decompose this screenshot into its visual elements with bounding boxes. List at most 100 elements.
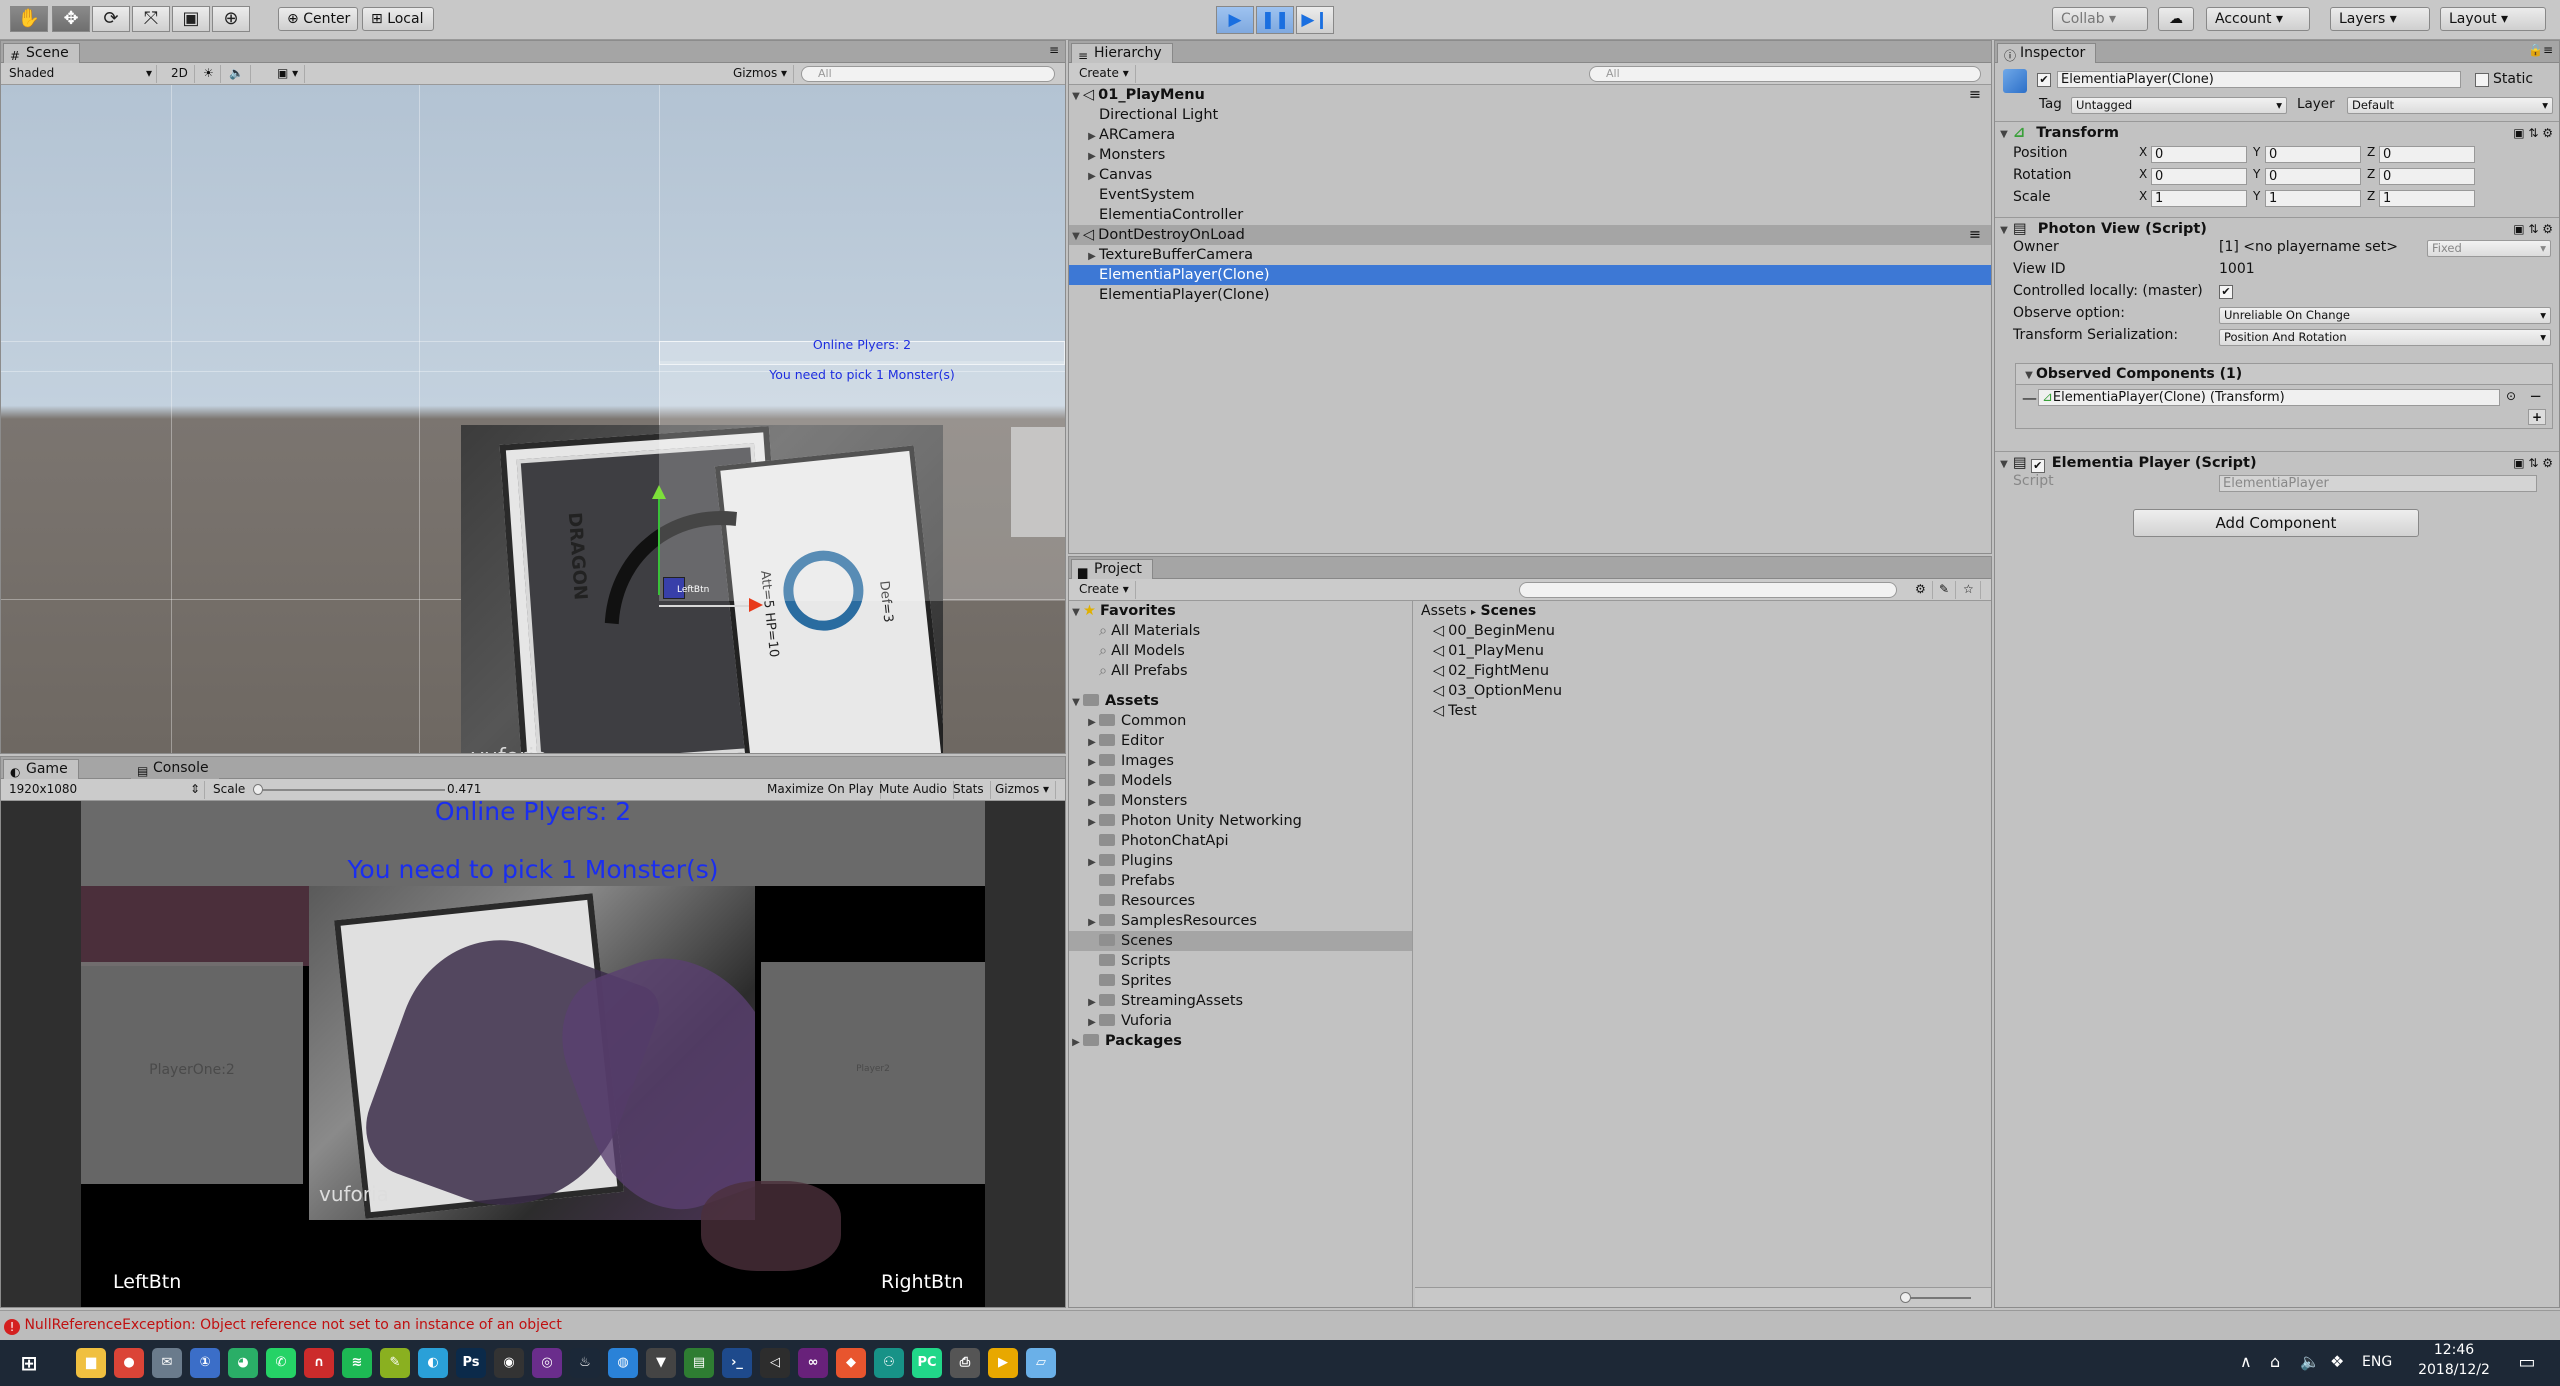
- pen-icon[interactable]: ✎: [380, 1348, 410, 1378]
- gameobject-active-checkbox[interactable]: ✔: [2037, 73, 2051, 87]
- expand-arrow-icon[interactable]: ▶: [1085, 1013, 1099, 1033]
- transform-pos-x-field[interactable]: 0: [2151, 146, 2247, 163]
- audio-icon[interactable]: 🔈: [223, 65, 251, 83]
- left-button[interactable]: LeftBtn: [113, 1271, 181, 1293]
- explorer-icon[interactable]: ▆: [76, 1348, 106, 1378]
- hierarchy-search-input[interactable]: All: [1589, 66, 1981, 82]
- expand-arrow-icon[interactable]: ▶: [1085, 753, 1099, 773]
- lighting-icon[interactable]: ☀: [197, 65, 221, 83]
- step-button[interactable]: ▶❙: [1296, 6, 1334, 34]
- notification-center-icon[interactable]: ▭: [2512, 1348, 2542, 1378]
- steam-icon[interactable]: ♨: [570, 1348, 600, 1378]
- axis-x-label[interactable]: X: [2139, 189, 2147, 203]
- expand-arrow-icon[interactable]: ▶: [1085, 733, 1099, 753]
- static-checkbox[interactable]: [2475, 73, 2489, 87]
- scale-slider[interactable]: Scale 0.471: [207, 781, 537, 799]
- controlled-locally-checkbox[interactable]: ✔: [2219, 285, 2233, 299]
- gizmos-dropdown[interactable]: Gizmos ▾: [727, 65, 795, 83]
- spotify-icon[interactable]: ≋: [342, 1348, 372, 1378]
- project-create-dropdown[interactable]: Create ▾: [1073, 581, 1136, 599]
- component-settings-icon[interactable]: ▣ ⇅ ⚙: [2513, 122, 2553, 144]
- axis-y-label[interactable]: Y: [2253, 167, 2260, 181]
- assets-row[interactable]: ▼ Assets: [1069, 691, 1412, 711]
- folder-item[interactable]: ▶ StreamingAssets: [1069, 991, 1412, 1011]
- clock-date[interactable]: 2018/12/2: [2404, 1362, 2504, 1378]
- folder-item[interactable]: ▶ SamplesResources: [1069, 911, 1412, 931]
- favorite-star-icon[interactable]: ☆: [1957, 581, 1981, 599]
- add-item-icon[interactable]: +: [2527, 409, 2546, 425]
- tray-volume-icon[interactable]: 🔈: [2300, 1352, 2320, 1371]
- layer-dropdown[interactable]: Default: [2347, 97, 2553, 114]
- hierarchy-item[interactable]: EventSystem: [1069, 185, 1991, 205]
- favorite-item[interactable]: ⌕ All Materials: [1069, 621, 1412, 641]
- scene-file[interactable]: ◁ 00_BeginMenu: [1415, 621, 1991, 641]
- folder-item[interactable]: ▶ Photon Unity Networking: [1069, 811, 1412, 831]
- expand-arrow-icon[interactable]: ▶: [1085, 853, 1099, 873]
- expand-arrow-icon[interactable]: ▶: [1085, 147, 1099, 167]
- folder-item[interactable]: ▶ Common: [1069, 711, 1412, 731]
- git-icon[interactable]: ◆: [836, 1348, 866, 1378]
- axis-z-label[interactable]: Z: [2367, 167, 2375, 181]
- game-gizmos-dropdown[interactable]: Gizmos ▾: [989, 781, 1057, 799]
- filter-label-icon[interactable]: ✎: [1933, 581, 1957, 599]
- tray-arrow-icon[interactable]: ∧: [2240, 1352, 2252, 1371]
- layout-dropdown[interactable]: Layout ▾: [2440, 7, 2546, 31]
- folder-item[interactable]: Resources: [1069, 891, 1412, 911]
- transform-rot-y-field[interactable]: 0: [2265, 168, 2361, 185]
- transform-scl-z-field[interactable]: 1: [2379, 190, 2475, 207]
- notes-icon[interactable]: ▱: [1026, 1348, 1056, 1378]
- stats-toggle[interactable]: Stats: [947, 781, 991, 799]
- photon-view-header[interactable]: ▼ ▤ Photon View (Script) ▣ ⇅ ⚙: [1995, 217, 2559, 239]
- scale-thumb[interactable]: [253, 784, 263, 795]
- add-component-button[interactable]: Add Component: [2133, 509, 2419, 537]
- hierarchy-item[interactable]: ElementiaPlayer(Clone): [1069, 265, 1991, 285]
- folder-item[interactable]: PhotonChatApi: [1069, 831, 1412, 851]
- shading-dropdown[interactable]: Shaded ▾: [3, 65, 157, 83]
- expand-arrow-icon[interactable]: ▶: [1085, 993, 1099, 1013]
- axis-x-label[interactable]: X: [2139, 145, 2147, 159]
- pivot-local-button[interactable]: ⊞ Local: [362, 7, 434, 31]
- account-dropdown[interactable]: Account ▾: [2206, 7, 2310, 31]
- mute-audio-toggle[interactable]: Mute Audio: [873, 781, 954, 799]
- photoshop-icon[interactable]: Ps: [456, 1348, 486, 1378]
- icon-size-slider[interactable]: [1905, 1297, 1971, 1299]
- transform-tool-icon[interactable]: ⊕: [212, 6, 250, 32]
- gameobject-name-field[interactable]: ElementiaPlayer(Clone): [2057, 71, 2461, 88]
- filter-type-icon[interactable]: ⚙: [1909, 581, 1933, 599]
- scene-menu-icon[interactable]: ≡: [1969, 85, 1981, 105]
- language-indicator[interactable]: ENG: [2362, 1354, 2392, 1370]
- expand-arrow-icon[interactable]: ▶: [1085, 127, 1099, 147]
- folder-item[interactable]: ▶ Editor: [1069, 731, 1412, 751]
- script-field[interactable]: ElementiaPlayer: [2219, 475, 2537, 492]
- elementia-enabled-checkbox[interactable]: ✔: [2030, 459, 2045, 473]
- maximize-on-play-toggle[interactable]: Maximize On Play: [761, 781, 881, 799]
- icon-size-thumb[interactable]: [1900, 1292, 1911, 1303]
- toggle-2d-button[interactable]: 2D: [165, 65, 195, 83]
- component-settings-icon[interactable]: ▣ ⇅ ⚙: [2513, 218, 2553, 240]
- 1password-icon[interactable]: ①: [190, 1348, 220, 1378]
- transform-scl-x-field[interactable]: 1: [2151, 190, 2247, 207]
- remove-item-icon[interactable]: −: [2529, 387, 2542, 405]
- hierarchy-item[interactable]: ▶ TextureBufferCamera: [1069, 245, 1991, 265]
- folder-item[interactable]: ▶ Monsters: [1069, 791, 1412, 811]
- rect-tool-icon[interactable]: ▣: [172, 6, 210, 32]
- elementia-player-header[interactable]: ▼ ▤ ✔ Elementia Player (Script) ▣ ⇅ ⚙: [1995, 451, 2559, 473]
- folder-item[interactable]: Prefabs: [1069, 871, 1412, 891]
- wechat-icon[interactable]: ◕: [228, 1348, 258, 1378]
- gizmo-x-arrow-icon[interactable]: [749, 598, 763, 612]
- move-gizmo-x[interactable]: [659, 605, 759, 607]
- fox-icon[interactable]: ▼: [646, 1348, 676, 1378]
- pivot-center-button[interactable]: ⊕ Center: [278, 7, 358, 31]
- tray-dropbox-icon[interactable]: ❖: [2330, 1352, 2344, 1371]
- powershell-icon[interactable]: ›_: [722, 1348, 752, 1378]
- folder-item[interactable]: Scenes: [1069, 931, 1412, 951]
- uplay-icon[interactable]: ◍: [608, 1348, 638, 1378]
- scene-viewport[interactable]: DRAGON Att=5 HP=10 Def=3 vuforia Online …: [1, 85, 1065, 753]
- hierarchy-item[interactable]: Directional Light: [1069, 105, 1991, 125]
- scene-file[interactable]: ◁ 01_PlayMenu: [1415, 641, 1991, 661]
- observed-component-field[interactable]: ⊿ElementiaPlayer(Clone) (Transform): [2038, 389, 2500, 406]
- hierarchy-item[interactable]: ElementiaPlayer(Clone): [1069, 285, 1991, 305]
- scene-file[interactable]: ◁ 03_OptionMenu: [1415, 681, 1991, 701]
- pycharm-icon[interactable]: PC: [912, 1348, 942, 1378]
- clock-time[interactable]: 12:46: [2404, 1342, 2504, 1358]
